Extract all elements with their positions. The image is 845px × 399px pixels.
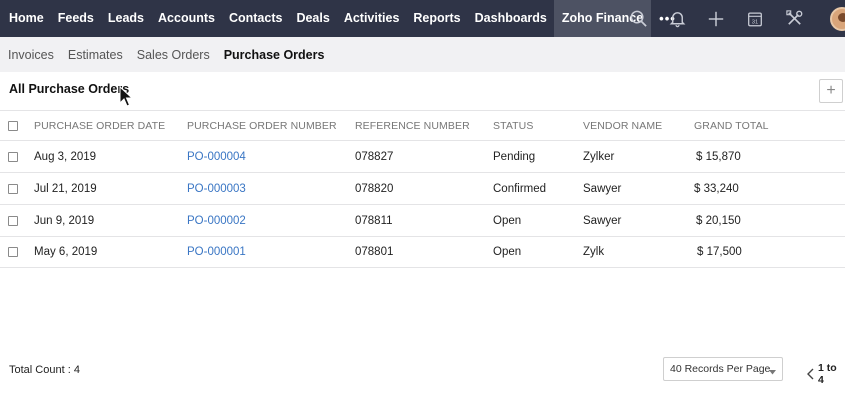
chevron-left-icon[interactable] — [806, 368, 814, 380]
table-row[interactable]: May 6, 2019 PO-000001 078801 Open Zylk $… — [0, 236, 845, 268]
records-per-page-select[interactable]: 40 Records Per Page — [663, 357, 783, 381]
purchase-order-date: Aug 3, 2019 — [34, 150, 97, 163]
row-checkbox-cell — [8, 173, 18, 204]
grand-total: $ 33,240 — [694, 182, 739, 195]
purchase-order-number-link[interactable]: PO-000001 — [187, 237, 246, 267]
grand-total: $ 15,870 — [696, 150, 741, 163]
pagination: 1 to 4 — [806, 362, 845, 386]
purchase-order-number-link[interactable]: PO-000003 — [187, 173, 246, 204]
add-purchase-order-button[interactable]: + — [819, 79, 843, 103]
table-header-row: PURCHASE ORDER DATE PURCHASE ORDER NUMBE… — [0, 110, 845, 140]
nav-icon-group: 31 — [628, 0, 823, 37]
table-row[interactable]: Aug 3, 2019 PO-000004 078827 Pending Zyl… — [0, 140, 845, 172]
search-icon[interactable] — [628, 9, 648, 29]
purchase-orders-table: PURCHASE ORDER DATE PURCHASE ORDER NUMBE… — [0, 110, 845, 268]
subnav-tab-invoices[interactable]: Invoices — [8, 48, 54, 62]
reference-number: 078820 — [355, 182, 394, 195]
records-per-page-value: 40 Records Per Page — [670, 363, 771, 375]
purchase-order-date: May 6, 2019 — [34, 246, 98, 258]
row-checkbox-cell — [8, 205, 18, 236]
subnav-tab-purchase-orders[interactable]: Purchase Orders — [224, 48, 325, 62]
tools-icon[interactable] — [784, 9, 804, 29]
column-header-total[interactable]: GRAND TOTAL — [694, 111, 769, 140]
plus-icon[interactable] — [706, 9, 726, 29]
table-row[interactable]: Jul 21, 2019 PO-000003 078820 Confirmed … — [0, 172, 845, 204]
status-value: Pending — [493, 150, 536, 163]
svg-text:31: 31 — [752, 19, 759, 25]
view-title-dropdown[interactable]: All Purchase Orders — [9, 82, 129, 96]
caret-down-icon — [769, 366, 776, 378]
purchase-order-date: Jun 9, 2019 — [34, 214, 95, 227]
purchase-order-number-link[interactable]: PO-000004 — [187, 141, 246, 172]
vendor-name: Zylker — [583, 150, 615, 163]
select-all-checkbox[interactable] — [8, 120, 18, 131]
subnav-tab-estimates[interactable]: Estimates — [68, 48, 123, 62]
status-value: Confirmed — [493, 182, 547, 195]
column-header-number[interactable]: PURCHASE ORDER NUMBER — [187, 111, 337, 140]
nav-item-reports[interactable]: Reports — [406, 0, 467, 37]
nav-item-leads[interactable]: Leads — [101, 0, 151, 37]
column-header-vendor[interactable]: VENDOR NAME — [583, 111, 662, 140]
calendar-icon[interactable]: 31 — [745, 9, 765, 29]
row-checkbox[interactable] — [8, 183, 18, 194]
row-checkbox[interactable] — [8, 247, 18, 257]
vendor-name: Sawyer — [583, 214, 622, 227]
mouse-cursor-icon — [119, 85, 134, 113]
vendor-name: Sawyer — [583, 182, 622, 195]
nav-item-contacts[interactable]: Contacts — [222, 0, 289, 37]
row-checkbox[interactable] — [8, 151, 18, 162]
nav-item-accounts[interactable]: Accounts — [151, 0, 222, 37]
grand-total: $ 17,500 — [697, 246, 742, 258]
reference-number: 078827 — [355, 150, 394, 163]
top-navigation: Home Feeds Leads Accounts Contacts Deals… — [0, 0, 845, 37]
column-header-reference[interactable]: REFERENCE NUMBER — [355, 111, 470, 140]
finance-subnav: Invoices Estimates Sales Orders Purchase… — [0, 37, 845, 72]
reference-number: 078811 — [355, 214, 393, 227]
reference-number: 078801 — [355, 246, 394, 258]
purchase-order-number-link[interactable]: PO-000002 — [187, 205, 246, 236]
page-range: 1 to 4 — [818, 362, 837, 386]
total-count-label: Total Count : 4 — [9, 364, 80, 376]
vendor-name: Zylk — [583, 246, 605, 258]
table-row[interactable]: Jun 9, 2019 PO-000002 078811 Open Sawyer… — [0, 204, 845, 236]
select-all-checkbox-cell — [8, 111, 18, 140]
nav-item-feeds[interactable]: Feeds — [51, 0, 101, 37]
nav-item-dashboards[interactable]: Dashboards — [468, 0, 554, 37]
user-avatar[interactable] — [830, 7, 845, 31]
status-value: Open — [493, 246, 522, 258]
column-header-date[interactable]: PURCHASE ORDER DATE — [34, 111, 165, 140]
nav-item-home[interactable]: Home — [0, 0, 51, 37]
row-checkbox-cell — [8, 237, 18, 267]
nav-item-activities[interactable]: Activities — [337, 0, 407, 37]
row-checkbox[interactable] — [8, 215, 18, 226]
status-value: Open — [493, 214, 522, 227]
purchase-order-date: Jul 21, 2019 — [34, 182, 97, 195]
subnav-tab-sales-orders[interactable]: Sales Orders — [137, 48, 210, 62]
column-header-status[interactable]: STATUS — [493, 111, 533, 140]
nav-item-deals[interactable]: Deals — [289, 0, 336, 37]
grand-total: $ 20,150 — [696, 214, 741, 227]
row-checkbox-cell — [8, 141, 18, 172]
bell-icon[interactable] — [667, 9, 687, 29]
